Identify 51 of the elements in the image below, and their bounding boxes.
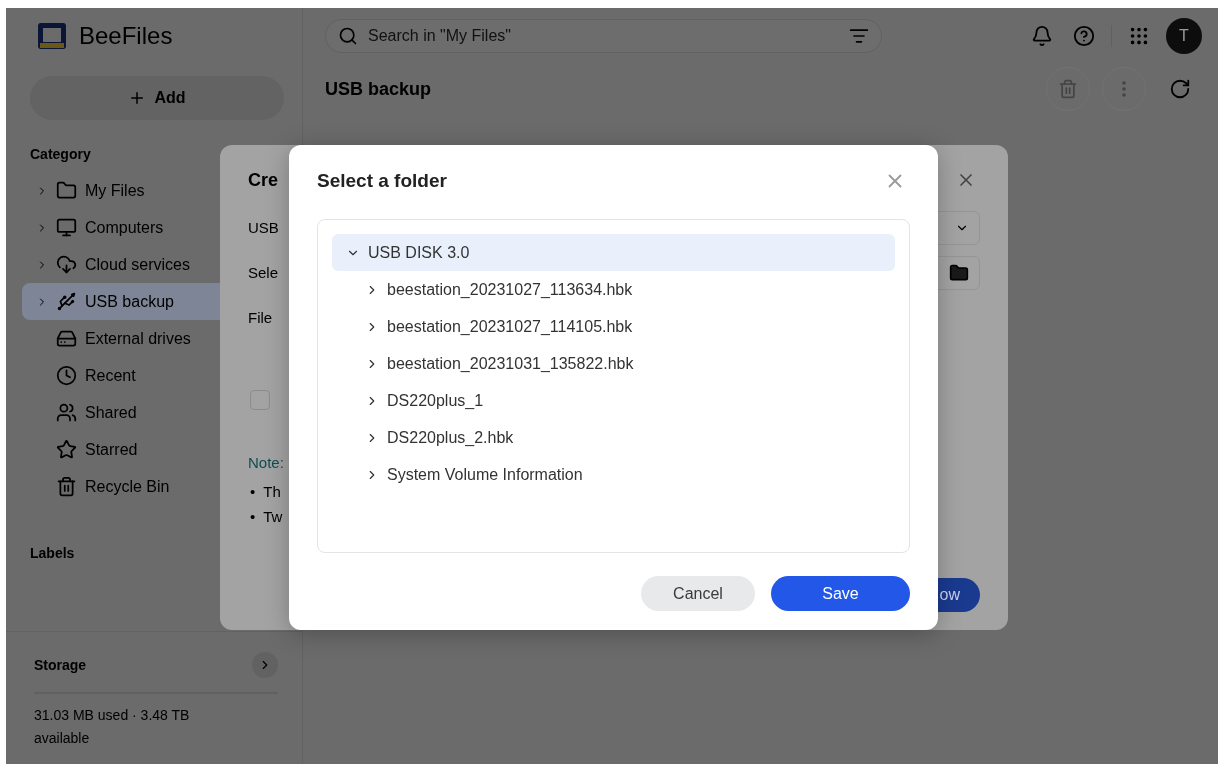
bullet-mark: •	[250, 507, 256, 527]
save-button[interactable]: Save	[771, 576, 910, 611]
folder-icon	[949, 262, 969, 283]
note-item: Th	[263, 482, 281, 502]
section-label: Labels	[29, 545, 76, 561]
hard-drive-icon	[56, 328, 77, 349]
dialog-title: Select a folder	[317, 170, 447, 192]
search-icon	[338, 26, 358, 46]
add-button[interactable]: Add	[30, 76, 284, 120]
tree-item[interactable]: DS220plus_1	[332, 382, 895, 419]
note-item: Tw	[263, 507, 283, 527]
field-label: Sele	[248, 264, 279, 281]
sidebar-item[interactable]: Recent	[22, 357, 302, 394]
cancel-button[interactable]: Cancel	[641, 576, 755, 611]
refresh-icon	[1169, 78, 1191, 100]
search-bar[interactable]: Search in "My Files"	[325, 19, 882, 53]
tree-item[interactable]: DS220plus_2.hbk	[332, 419, 895, 456]
checkbox[interactable]	[250, 390, 270, 410]
trash-icon	[56, 476, 77, 497]
section-label: Category	[29, 146, 92, 162]
app-name: BeeFiles	[79, 22, 173, 50]
more-icon	[1122, 81, 1126, 97]
star-icon	[56, 439, 77, 460]
clock-icon	[56, 365, 77, 386]
folder-icon	[56, 180, 77, 201]
note-label: Note:	[248, 454, 285, 471]
bell-icon	[1031, 25, 1053, 47]
grid-icon	[1128, 25, 1150, 47]
search-field[interactable]: Search in "My Files"	[366, 26, 841, 46]
cloud-icon	[56, 254, 77, 275]
filter-icon	[849, 26, 869, 46]
tree-item[interactable]: beestation_20231027_114105.hbk	[332, 308, 895, 345]
bullet-mark: •	[250, 482, 256, 502]
monitor-icon	[56, 217, 77, 238]
storage-title: Storage	[34, 657, 87, 673]
sidebar-item[interactable]: Shared	[22, 394, 302, 431]
storage-usage: 31.03 MB used · 3.48 TB available	[34, 706, 191, 748]
tree-item[interactable]: beestation_20231031_135822.hbk	[332, 345, 895, 382]
tree-item[interactable]: System Volume Information	[332, 456, 895, 493]
logo-icon	[37, 22, 67, 50]
page-title: USB backup	[325, 78, 432, 100]
trash-icon	[1058, 79, 1078, 99]
user-avatar[interactable]: T	[1166, 18, 1202, 54]
usb-icon	[56, 291, 77, 312]
tree-item[interactable]: beestation_20231027_113634.hbk	[332, 271, 895, 308]
tree-item[interactable]: USB DISK 3.0	[332, 234, 895, 271]
people-icon	[56, 402, 77, 423]
expand-button[interactable]	[252, 652, 278, 678]
field-label: USB	[248, 219, 279, 236]
dialog-title: Cre	[248, 169, 278, 191]
help-icon	[1073, 25, 1095, 47]
